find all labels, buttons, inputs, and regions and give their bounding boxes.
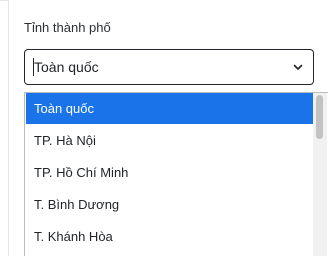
province-select-value: Toàn quốc (34, 59, 99, 75)
dropdown-scrollbar[interactable] (313, 93, 327, 256)
option-toan-quoc[interactable]: Toàn quốc (26, 93, 313, 124)
province-label: Tỉnh thành phố (24, 20, 111, 35)
option-label: T. Khánh Hòa (34, 229, 113, 244)
chevron-down-icon[interactable] (292, 61, 304, 73)
option-ho-chi-minh[interactable]: TP. Hồ Chí Minh (26, 157, 313, 188)
option-label: Toàn quốc (34, 101, 94, 116)
option-ha-noi[interactable]: TP. Hà Nội (26, 125, 313, 156)
option-label: T. Bình Dương (34, 197, 120, 212)
scrollbar-thumb[interactable] (316, 95, 323, 139)
province-dropdown-list: Toàn quốc TP. Hà Nội TP. Hồ Chí Minh T. … (24, 92, 328, 256)
option-label: TP. Hồ Chí Minh (34, 165, 129, 180)
option-binh-duong[interactable]: T. Bình Dương (26, 189, 313, 220)
option-khanh-hoa[interactable]: T. Khánh Hòa (26, 221, 313, 252)
divider (0, 0, 8, 1)
option-label: TP. Hà Nội (34, 133, 96, 148)
province-select[interactable]: Toàn quốc (24, 49, 314, 85)
